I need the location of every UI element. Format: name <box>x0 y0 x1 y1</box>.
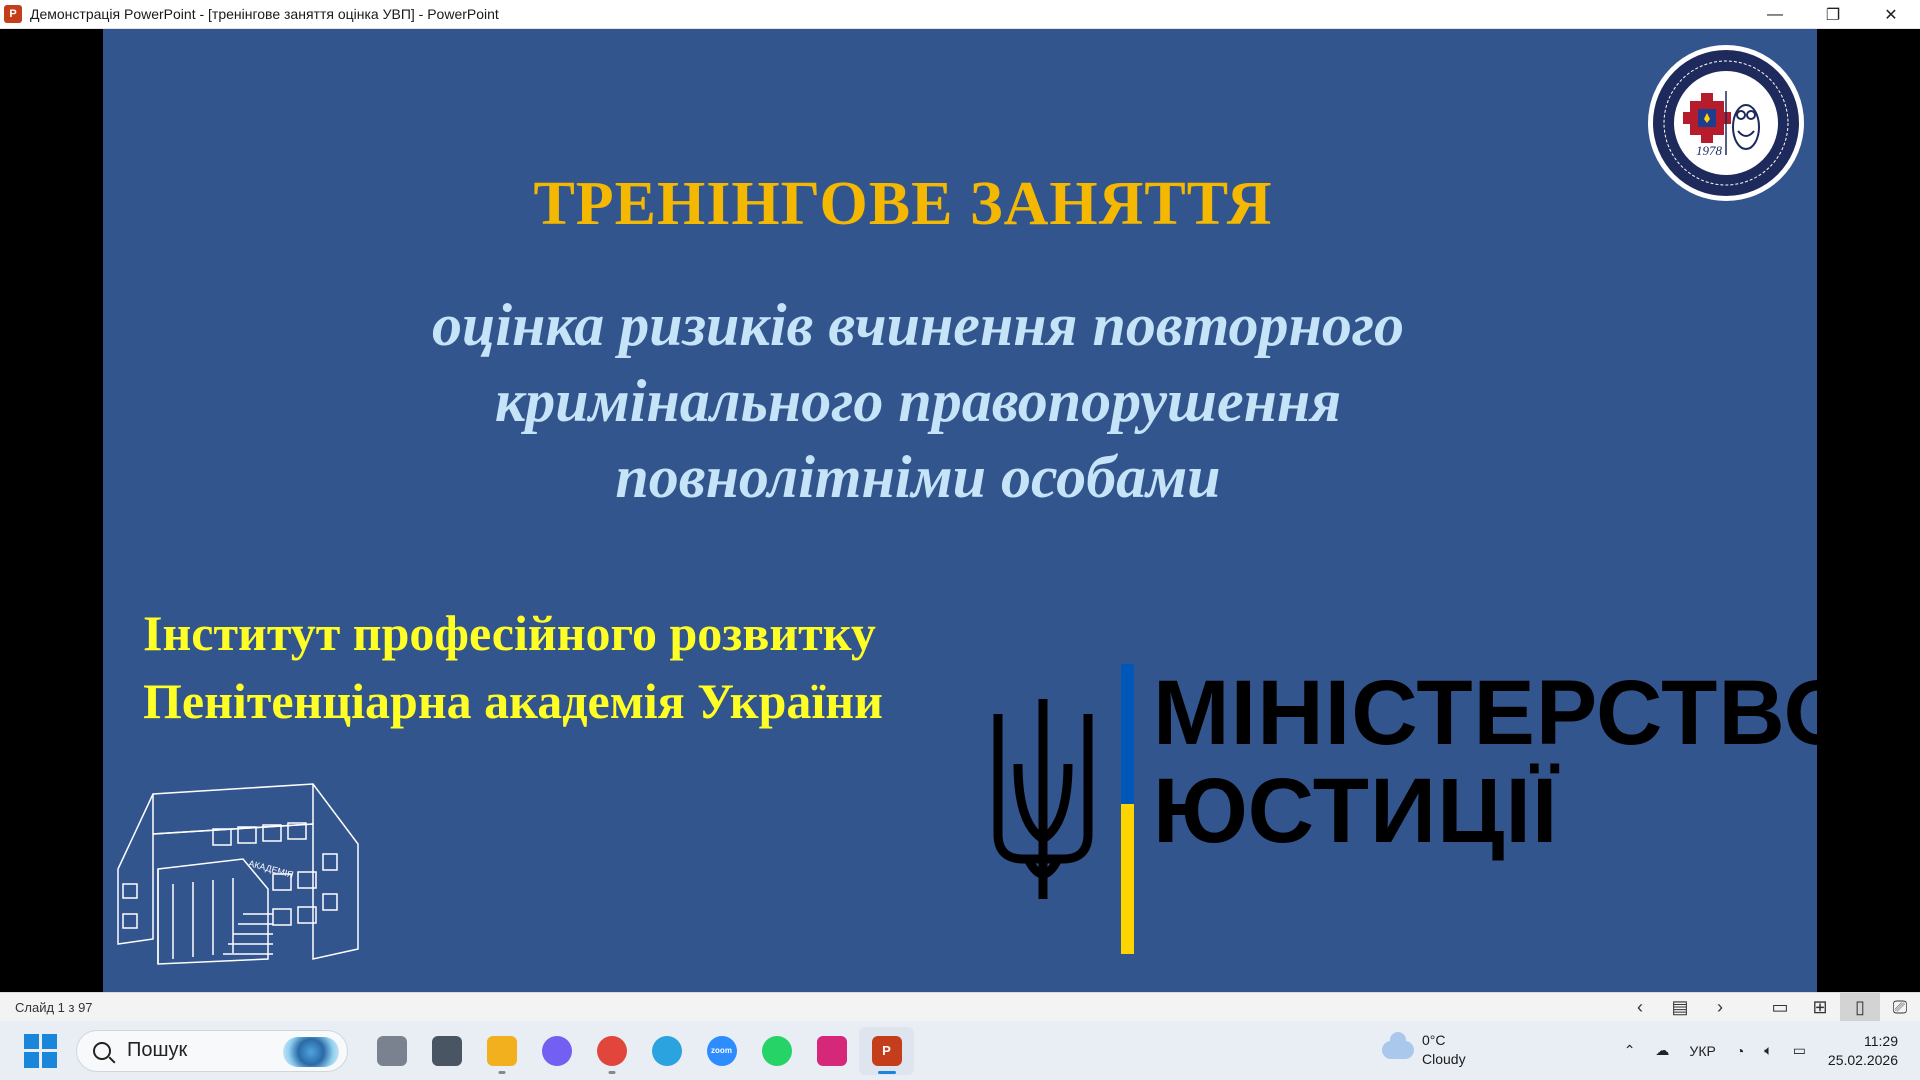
emblem-year: 1978 <box>1696 143 1722 158</box>
powerpoint-icon: P <box>871 1035 902 1066</box>
slide-subtitle: оцінка ризиків вчинення повторного кримі… <box>103 287 1733 515</box>
slide[interactable]: 1978 ТРЕНІНГОВЕ ЗАНЯТТЯ оцінка ризиків в… <box>103 29 1817 992</box>
running-indicator <box>498 1070 505 1074</box>
calculator-icon <box>431 1035 462 1066</box>
slide-sorter-button[interactable]: ⊞ <box>1800 993 1840 1022</box>
slide-counter: Слайд 1 з 97 <box>15 999 93 1015</box>
restore-button[interactable]: ❐ <box>1804 0 1862 29</box>
ministry-line: МІНІСТЕРСТВО <box>1153 662 1817 764</box>
emblem-inner: 1978 <box>1674 71 1778 175</box>
reading-view-button[interactable]: ▯ <box>1840 993 1880 1022</box>
taskbar-app-zoom[interactable]: zoom <box>694 1027 749 1075</box>
volume-icon[interactable]: 🔈︎ <box>1764 1042 1772 1059</box>
academy-building-drawing: АКАДЕМІЯ <box>113 774 393 979</box>
taskbar-app-telegram[interactable] <box>639 1027 694 1075</box>
weather-desc: Cloudy <box>1422 1051 1466 1067</box>
battery-icon[interactable]: ▭ <box>1793 1042 1806 1059</box>
system-tray: ⌃ ☁ УКР ◔ 🔈︎ ▭ 11:29 25.02.2026 <box>1614 1021 1920 1080</box>
status-bar: Слайд 1 з 97 ‹ ▤ › ▭ ⊞ ▯ ⎚ <box>0 992 1920 1022</box>
windows-logo-tile <box>42 1052 57 1068</box>
clock-date: 25.02.2026 <box>1827 1051 1898 1068</box>
chrome-icon <box>596 1035 627 1066</box>
taskbar-app-whatsapp[interactable] <box>749 1027 804 1075</box>
viber-icon <box>541 1035 572 1066</box>
windows-start-button[interactable] <box>24 1033 58 1068</box>
zoom-icon: zoom <box>706 1035 737 1066</box>
slide-menu-button[interactable]: ▤ <box>1660 993 1700 1022</box>
telegram-icon <box>651 1035 682 1066</box>
building-sketch-icon: АКАДЕМІЯ <box>117 783 359 965</box>
onedrive-icon[interactable]: ☁ <box>1655 1042 1669 1059</box>
taskbar-search[interactable]: Пошук <box>76 1029 348 1072</box>
clock[interactable]: 11:29 25.02.2026 <box>1828 1032 1898 1070</box>
normal-view-button[interactable]: ▭ <box>1760 993 1800 1022</box>
weather-widget[interactable]: 0°C Cloudy <box>1382 1031 1466 1069</box>
slideshow-view-button[interactable]: ⎚ <box>1880 993 1920 1022</box>
owl-and-cross-icon <box>1683 91 1760 155</box>
subtitle-line: повнолітніми особами <box>615 444 1221 510</box>
building-sign: АКАДЕМІЯ <box>247 858 294 880</box>
window-title: Демонстрація PowerPoint - [тренінгове за… <box>30 6 499 22</box>
ministry-text: МІНІСТЕРСТВО ЮСТИЦІЇ <box>1153 664 1817 860</box>
flag-yellow-bar <box>1121 804 1134 954</box>
status-nav: ‹ ▤ › ▭ ⊞ ▯ ⎚ <box>1620 993 1920 1022</box>
institute-line: Пенітенціарна академія України <box>143 673 883 729</box>
ministry-line: ЮСТИЦІЇ <box>1153 760 1559 862</box>
taskbar: Пошук zoom P 0°C Cloudy ⌃ ☁ УКР ◔ 🔈︎ ▭ 11… <box>0 1021 1920 1080</box>
subtitle-line: оцінка ризиків вчинення повторного <box>432 292 1404 358</box>
chevron-up-icon[interactable]: ⌃ <box>1624 1042 1636 1059</box>
taskbar-app-viber[interactable] <box>529 1027 584 1075</box>
taskbar-app-instagram[interactable] <box>804 1027 859 1075</box>
windows-logo-tile <box>42 1033 57 1049</box>
task-view-icon <box>376 1035 407 1066</box>
taskbar-app-task-view[interactable] <box>364 1027 419 1075</box>
windows-logo-tile <box>24 1052 39 1068</box>
minimize-button[interactable]: — <box>1746 0 1804 29</box>
search-highlight-art <box>283 1036 339 1067</box>
taskbar-app-chrome[interactable] <box>584 1027 639 1075</box>
whatsapp-icon <box>761 1035 792 1066</box>
weather-temp: 0°C <box>1422 1032 1446 1048</box>
ministry-of-justice-logo: МІНІСТЕРСТВО ЮСТИЦІЇ <box>988 664 1817 992</box>
trident-icon <box>993 699 1093 899</box>
taskbar-app-file-explorer[interactable] <box>474 1027 529 1075</box>
previous-slide-button[interactable]: ‹ <box>1620 993 1660 1022</box>
running-indicator <box>877 1070 896 1074</box>
institute-line: Інститут професійного розвитку <box>143 605 876 661</box>
flag-blue-bar <box>1121 664 1134 804</box>
taskbar-apps: zoom P <box>364 1026 914 1075</box>
clock-time: 11:29 <box>1864 1032 1898 1049</box>
wifi-icon[interactable]: ◔ <box>1736 1043 1744 1059</box>
taskbar-app-calculator[interactable] <box>419 1027 474 1075</box>
windows-logo-tile <box>24 1033 39 1049</box>
weather-text: 0°C Cloudy <box>1422 1031 1466 1069</box>
slide-heading: ТРЕНІНГОВЕ ЗАНЯТТЯ <box>533 170 1273 238</box>
institute-text: Інститут професійного розвитку Пенітенці… <box>143 599 883 735</box>
cloud-icon <box>1382 1032 1414 1059</box>
taskbar-app-powerpoint[interactable]: P <box>859 1026 914 1075</box>
search-icon <box>93 1041 111 1060</box>
slideshow-stage: 1978 ТРЕНІНГОВЕ ЗАНЯТТЯ оцінка ризиків в… <box>0 29 1920 992</box>
file-explorer-icon <box>486 1035 517 1066</box>
close-button[interactable]: ✕ <box>1862 0 1920 29</box>
window-controls: — ❐ ✕ <box>1746 0 1920 29</box>
running-indicator <box>608 1070 615 1074</box>
subtitle-line: кримінального правопорушення <box>494 368 1342 434</box>
next-slide-button[interactable]: › <box>1700 993 1740 1022</box>
window-titlebar: P Демонстрація PowerPoint - [тренінгове … <box>0 0 1920 29</box>
instagram-icon <box>816 1035 847 1066</box>
search-label: Пошук <box>127 1039 188 1061</box>
language-indicator[interactable]: УКР <box>1689 1043 1715 1059</box>
powerpoint-app-icon: P <box>4 5 22 23</box>
